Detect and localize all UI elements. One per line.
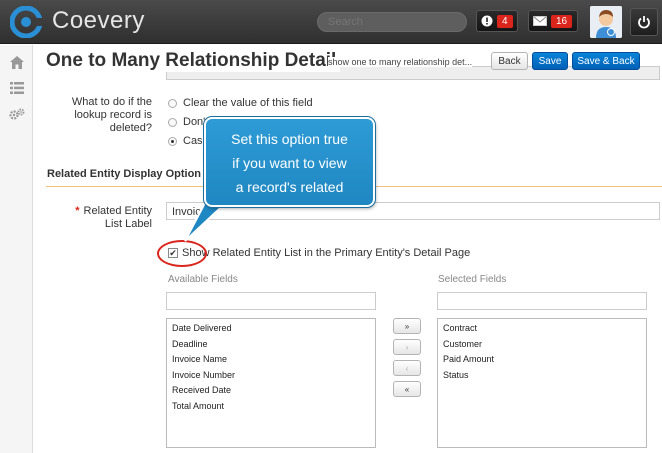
radio-cascade[interactable]: Casc (168, 135, 208, 147)
save-button[interactable]: Save (532, 52, 568, 70)
user-avatar[interactable] (590, 6, 622, 38)
available-fields-list[interactable]: Date Delivered Deadline Invoice Name Inv… (166, 318, 376, 448)
power-icon (638, 16, 650, 29)
page-title: One to Many Relationship Detail (46, 50, 341, 72)
show-related-list-option[interactable]: ✔ Show Related Entity List in the Primar… (168, 247, 470, 259)
mail-count-badge: 16 (551, 14, 573, 28)
messages-button[interactable]: 16 (528, 10, 578, 32)
callout-line: if you want to view (232, 155, 347, 171)
list-label-label: * Related Entity List Label (75, 205, 152, 230)
back-button[interactable]: Back (491, 52, 528, 70)
home-icon (10, 55, 24, 69)
list-item[interactable]: Total Amount (172, 399, 370, 415)
selected-fields-list[interactable]: Contract Customer Paid Amount Status (437, 318, 647, 448)
radio-clear-value[interactable]: Clear the value of this field (168, 97, 313, 109)
side-nav (0, 45, 33, 453)
alerts-button[interactable]: 4 (476, 10, 518, 32)
move-all-right-button[interactable]: » (393, 318, 421, 334)
coevery-logo-icon[interactable] (10, 6, 42, 38)
tooltip-callout: Set this option true if you want to view… (203, 116, 376, 208)
alert-count-badge: 4 (497, 14, 513, 28)
page-subtitle: show one to many relationship det... (328, 57, 473, 67)
save-and-back-button[interactable]: Save & Back (572, 52, 640, 70)
sidebar-item-list[interactable] (8, 79, 26, 97)
sidebar-item-home[interactable] (8, 53, 26, 71)
sidebar-item-settings[interactable] (8, 105, 26, 123)
move-left-button[interactable]: ‹ (393, 360, 421, 376)
selected-fields-filter-input[interactable] (437, 292, 647, 310)
list-icon (10, 82, 24, 94)
radio-dont[interactable]: Don't (168, 116, 208, 128)
selected-fields-label: Selected Fields (438, 274, 507, 285)
available-fields-filter-input[interactable] (166, 292, 376, 310)
brand-name[interactable]: Coevery (52, 7, 145, 35)
radio-label: Clear the value of this field (183, 97, 313, 109)
list-item[interactable]: Invoice Number (172, 368, 370, 384)
list-item[interactable]: Deadline (172, 337, 370, 353)
list-item[interactable]: Status (443, 368, 641, 384)
list-item[interactable]: Received Date (172, 383, 370, 399)
callout-line: a record's related (235, 179, 344, 195)
search-input[interactable] (317, 12, 467, 32)
required-marker: * (75, 205, 80, 217)
mail-icon (533, 16, 547, 26)
list-item[interactable]: Contract (443, 321, 641, 337)
list-item[interactable]: Customer (443, 337, 641, 353)
radio-button-checked[interactable] (168, 136, 177, 146)
logout-button[interactable] (630, 8, 658, 36)
list-item[interactable]: Invoice Name (172, 352, 370, 368)
list-item[interactable]: Paid Amount (443, 352, 641, 368)
gears-icon (9, 108, 25, 120)
show-related-list-label: Show Related Entity List in the Primary … (182, 247, 471, 259)
delete-option-label: What to do if the lookup record is delet… (71, 96, 152, 134)
list-item[interactable]: Date Delivered (172, 321, 370, 337)
move-right-button[interactable]: › (393, 339, 421, 355)
callout-line: Set this option true (231, 131, 348, 147)
user-icon (590, 6, 622, 38)
radio-button[interactable] (168, 98, 177, 108)
top-navbar: Coevery 4 16 (0, 0, 662, 44)
alert-icon (481, 15, 493, 27)
section-title: Related Entity Display Option (47, 168, 202, 180)
available-fields-label: Available Fields (168, 274, 238, 285)
move-all-left-button[interactable]: « (393, 381, 421, 397)
radio-button[interactable] (168, 117, 177, 127)
